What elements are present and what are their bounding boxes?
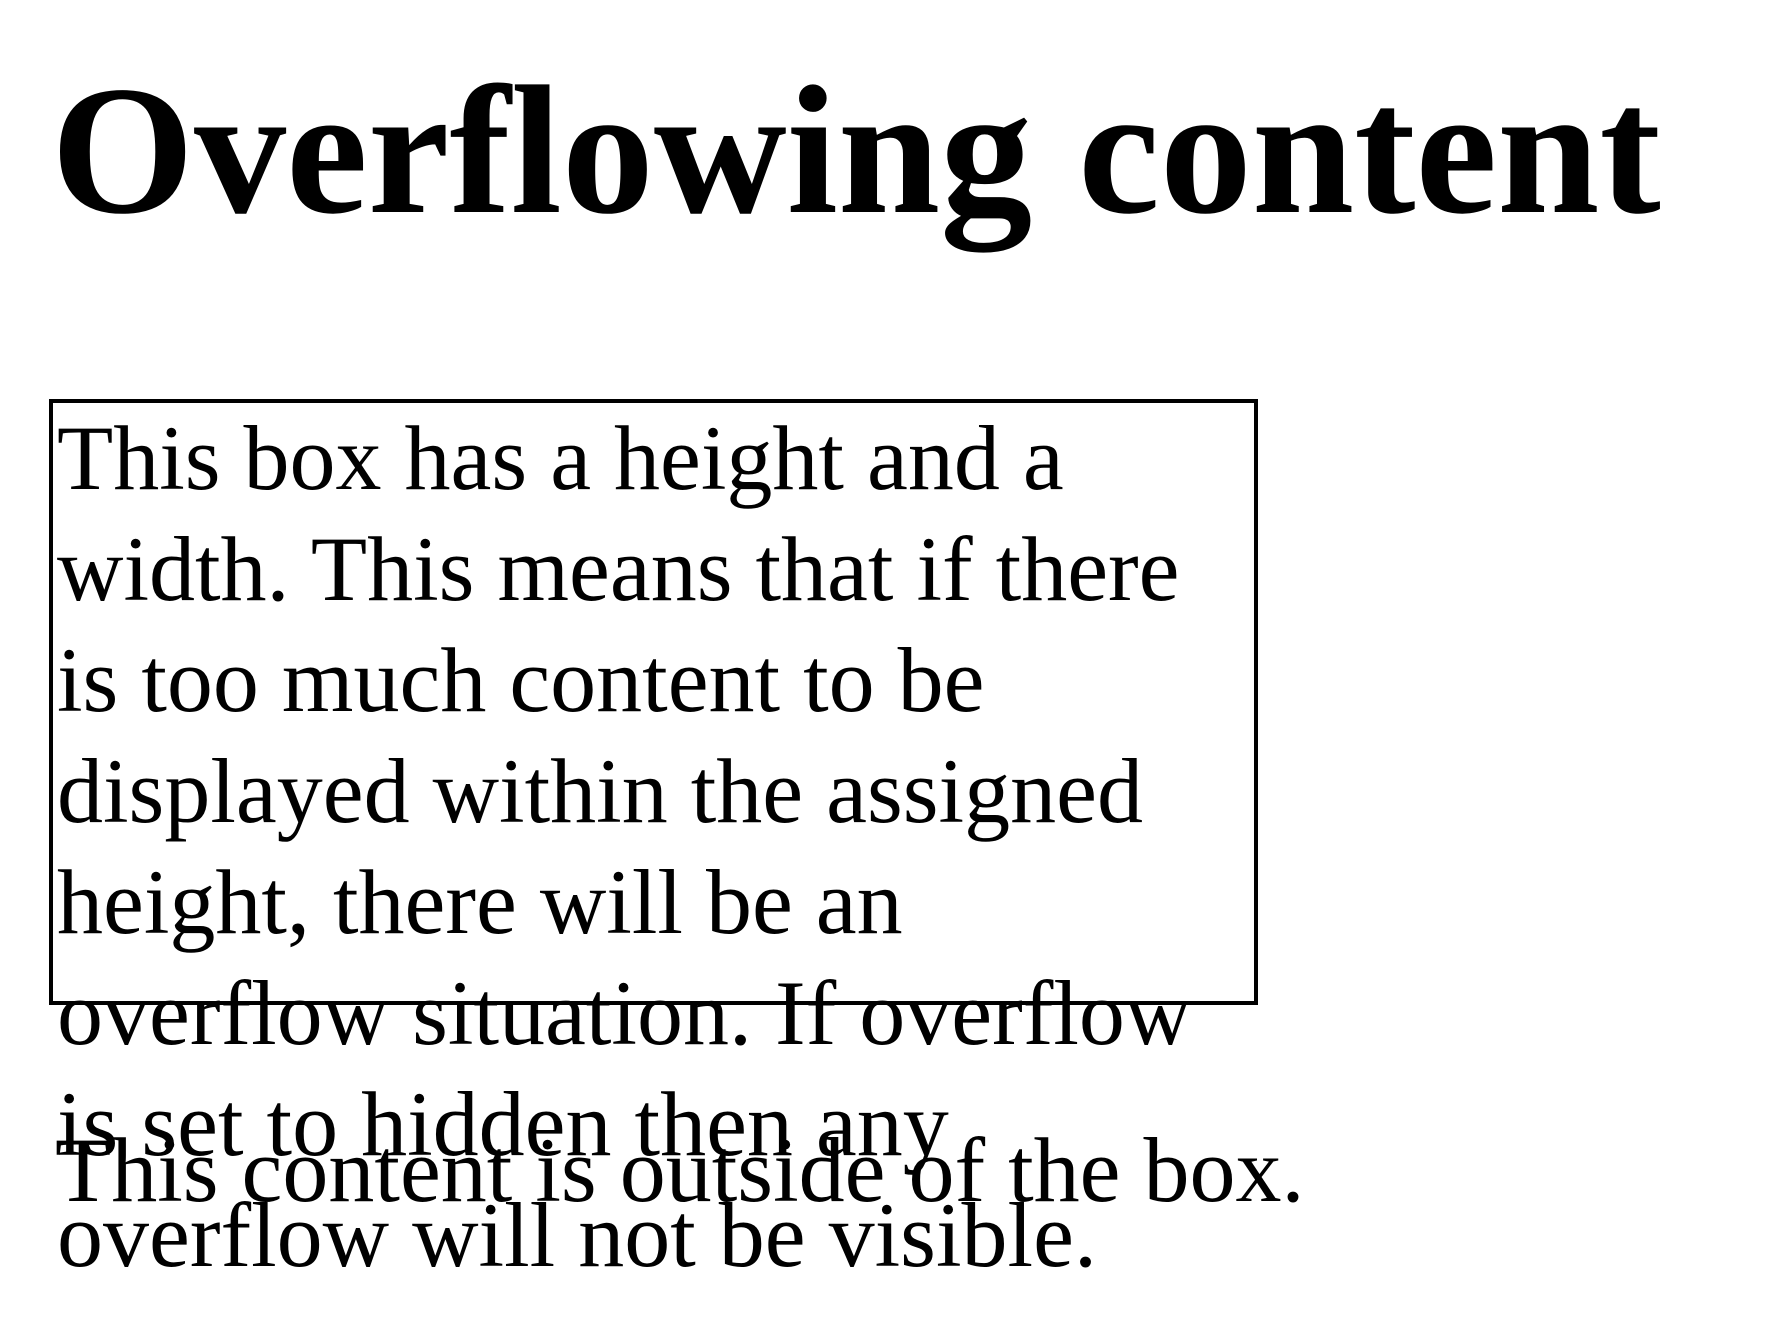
page-title: Overflowing content bbox=[51, 48, 1661, 252]
overflow-box: This box has a height and a width. This … bbox=[49, 399, 1258, 1286]
outside-content-text: This content is outside of the box. bbox=[55, 1119, 1305, 1221]
page: Overflowing content This box has a heigh… bbox=[0, 0, 1789, 1329]
